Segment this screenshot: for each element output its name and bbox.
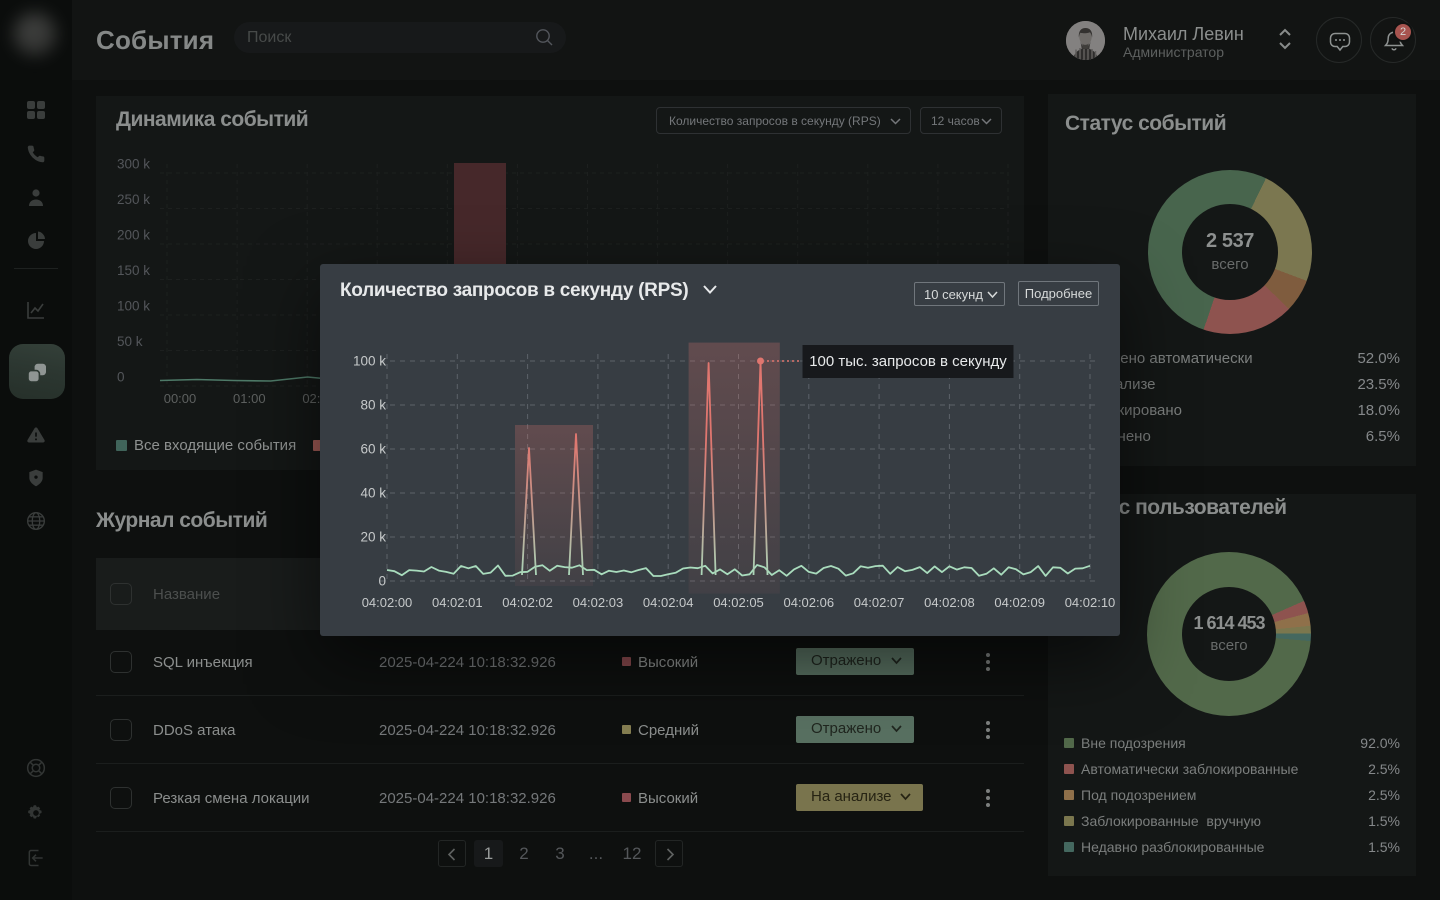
svg-text:50 k: 50 k	[117, 334, 143, 349]
svg-text:04:02:03: 04:02:03	[573, 595, 624, 610]
svg-text:40 k: 40 k	[360, 486, 386, 501]
svg-text:Все входящие события: Все входящие события	[134, 437, 296, 454]
svg-text:80 k: 80 k	[360, 398, 386, 413]
svg-text:20 k: 20 k	[360, 530, 386, 545]
svg-text:04:02:08: 04:02:08	[924, 595, 975, 610]
svg-text:100 k: 100 k	[353, 354, 386, 369]
svg-text:04:02:02: 04:02:02	[502, 595, 553, 610]
svg-text:04:02:09: 04:02:09	[994, 595, 1045, 610]
svg-text:300 k: 300 k	[117, 157, 150, 172]
svg-text:04:02:01: 04:02:01	[432, 595, 483, 610]
svg-text:100 тыс. запросов в секунду: 100 тыс. запросов в секунду	[809, 353, 1007, 370]
svg-text:0: 0	[378, 574, 386, 589]
svg-text:60 k: 60 k	[360, 442, 386, 457]
svg-text:150 k: 150 k	[117, 263, 150, 278]
svg-text:200 k: 200 k	[117, 228, 150, 243]
svg-text:04:02:10: 04:02:10	[1065, 595, 1116, 610]
svg-text:04:02:00: 04:02:00	[362, 595, 413, 610]
svg-text:100 k: 100 k	[117, 299, 150, 314]
svg-text:250 k: 250 k	[117, 192, 150, 207]
svg-text:04:02:05: 04:02:05	[713, 595, 764, 610]
svg-text:04:02:04: 04:02:04	[643, 595, 694, 610]
svg-text:01:00: 01:00	[233, 391, 266, 406]
svg-text:0: 0	[117, 370, 125, 385]
svg-text:00:00: 00:00	[164, 391, 197, 406]
svg-text:04:02:07: 04:02:07	[854, 595, 905, 610]
svg-text:04:02:06: 04:02:06	[783, 595, 834, 610]
